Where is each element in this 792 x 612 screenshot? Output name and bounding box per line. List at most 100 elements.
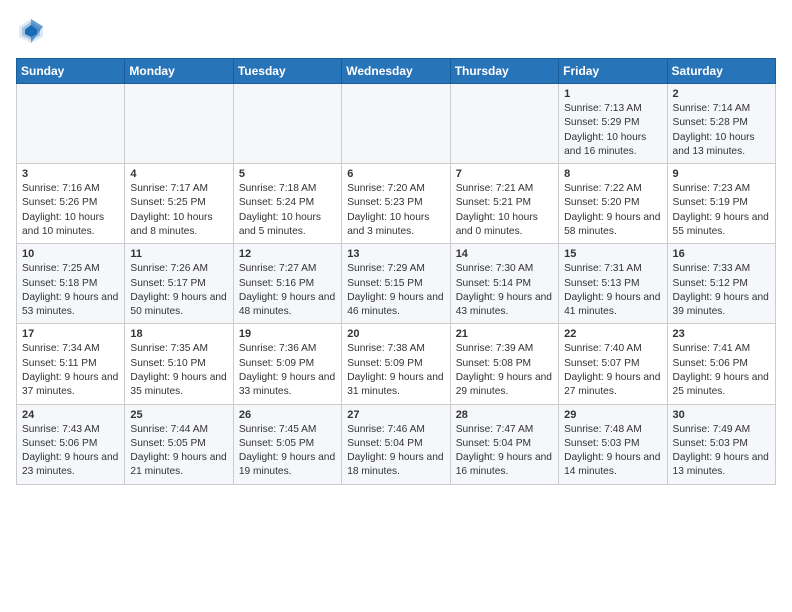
day-cell: 24 Sunrise: 7:43 AMSunset: 5:06 PMDayligh… bbox=[17, 404, 125, 484]
day-info: Sunrise: 7:35 AMSunset: 5:10 PMDaylight:… bbox=[130, 342, 227, 399]
weekday-header-thursday: Thursday bbox=[450, 59, 558, 84]
day-number: 17 bbox=[22, 328, 119, 340]
day-cell: 8 Sunrise: 7:22 AMSunset: 5:20 PMDaylight… bbox=[559, 164, 667, 244]
day-number: 26 bbox=[239, 409, 336, 421]
week-row-0: 1 Sunrise: 7:13 AMSunset: 5:29 PMDaylight… bbox=[17, 84, 776, 164]
day-number: 24 bbox=[22, 409, 119, 421]
day-cell: 17 Sunrise: 7:34 AMSunset: 5:11 PMDayligh… bbox=[17, 324, 125, 404]
day-info: Sunrise: 7:43 AMSunset: 5:06 PMDaylight:… bbox=[22, 423, 119, 480]
day-cell: 30 Sunrise: 7:49 AMSunset: 5:03 PMDayligh… bbox=[667, 404, 775, 484]
day-cell: 10 Sunrise: 7:25 AMSunset: 5:18 PMDayligh… bbox=[17, 244, 125, 324]
day-number: 21 bbox=[456, 328, 553, 340]
day-number: 27 bbox=[347, 409, 444, 421]
day-cell: 4Sunrise: 7:17 AMSunset: 5:25 PMDaylight… bbox=[125, 164, 233, 244]
day-number: 4 bbox=[130, 168, 227, 180]
day-info: Sunrise: 7:49 AMSunset: 5:03 PMDaylight:… bbox=[673, 423, 770, 480]
week-row-1: 3 Sunrise: 7:16 AMSunset: 5:26 PMDaylight… bbox=[17, 164, 776, 244]
day-number: 12 bbox=[239, 248, 336, 260]
calendar-header: SundayMondayTuesdayWednesdayThursdayFrid… bbox=[17, 59, 776, 84]
day-cell: 13 Sunrise: 7:29 AMSunset: 5:15 PMDayligh… bbox=[342, 244, 450, 324]
day-info: Sunrise: 7:38 AMSunset: 5:09 PMDaylight:… bbox=[347, 342, 444, 399]
day-info: Sunrise: 7:13 AMSunset: 5:29 PMDaylight:… bbox=[564, 102, 661, 159]
day-cell: 21 Sunrise: 7:39 AMSunset: 5:08 PMDayligh… bbox=[450, 324, 558, 404]
day-cell: 1 Sunrise: 7:13 AMSunset: 5:29 PMDaylight… bbox=[559, 84, 667, 164]
day-info: Sunrise: 7:18 AMSunset: 5:24 PMDaylight:… bbox=[239, 182, 336, 239]
weekday-header-sunday: Sunday bbox=[17, 59, 125, 84]
day-cell: 3 Sunrise: 7:16 AMSunset: 5:26 PMDaylight… bbox=[17, 164, 125, 244]
page: SundayMondayTuesdayWednesdayThursdayFrid… bbox=[0, 0, 792, 501]
day-cell bbox=[233, 84, 341, 164]
day-number: 25 bbox=[130, 409, 227, 421]
day-info: Sunrise: 7:40 AMSunset: 5:07 PMDaylight:… bbox=[564, 342, 661, 399]
weekday-header-friday: Friday bbox=[559, 59, 667, 84]
day-info: Sunrise: 7:20 AMSunset: 5:23 PMDaylight:… bbox=[347, 182, 444, 239]
day-info: Sunrise: 7:22 AMSunset: 5:20 PMDaylight:… bbox=[564, 182, 661, 239]
weekday-row: SundayMondayTuesdayWednesdayThursdayFrid… bbox=[17, 59, 776, 84]
day-number: 14 bbox=[456, 248, 553, 260]
day-cell: 5 Sunrise: 7:18 AMSunset: 5:24 PMDaylight… bbox=[233, 164, 341, 244]
day-info: Sunrise: 7:47 AMSunset: 5:04 PMDaylight:… bbox=[456, 423, 553, 480]
day-number: 10 bbox=[22, 248, 119, 260]
day-info: Sunrise: 7:48 AMSunset: 5:03 PMDaylight:… bbox=[564, 423, 661, 480]
weekday-header-monday: Monday bbox=[125, 59, 233, 84]
day-number: 11 bbox=[130, 248, 227, 260]
day-info: Sunrise: 7:14 AMSunset: 5:28 PMDaylight:… bbox=[673, 102, 770, 159]
week-row-4: 24 Sunrise: 7:43 AMSunset: 5:06 PMDayligh… bbox=[17, 404, 776, 484]
weekday-header-wednesday: Wednesday bbox=[342, 59, 450, 84]
day-number: 29 bbox=[564, 409, 661, 421]
calendar-table: SundayMondayTuesdayWednesdayThursdayFrid… bbox=[16, 58, 776, 485]
day-cell: 18 Sunrise: 7:35 AMSunset: 5:10 PMDayligh… bbox=[125, 324, 233, 404]
day-cell: 23Sunrise: 7:41 AMSunset: 5:06 PMDayligh… bbox=[667, 324, 775, 404]
day-cell: 19 Sunrise: 7:36 AMSunset: 5:09 PMDayligh… bbox=[233, 324, 341, 404]
day-cell bbox=[342, 84, 450, 164]
weekday-header-saturday: Saturday bbox=[667, 59, 775, 84]
day-info: Sunrise: 7:30 AMSunset: 5:14 PMDaylight:… bbox=[456, 262, 553, 319]
day-number: 13 bbox=[347, 248, 444, 260]
day-cell: 2Sunrise: 7:14 AMSunset: 5:28 PMDaylight… bbox=[667, 84, 775, 164]
week-row-3: 17 Sunrise: 7:34 AMSunset: 5:11 PMDayligh… bbox=[17, 324, 776, 404]
day-number: 1 bbox=[564, 88, 661, 100]
day-cell: 22Sunrise: 7:40 AMSunset: 5:07 PMDayligh… bbox=[559, 324, 667, 404]
day-info: Sunrise: 7:25 AMSunset: 5:18 PMDaylight:… bbox=[22, 262, 119, 319]
day-number: 19 bbox=[239, 328, 336, 340]
day-number: 9 bbox=[673, 168, 770, 180]
day-info: Sunrise: 7:29 AMSunset: 5:15 PMDaylight:… bbox=[347, 262, 444, 319]
day-number: 6 bbox=[347, 168, 444, 180]
day-cell: 14 Sunrise: 7:30 AMSunset: 5:14 PMDayligh… bbox=[450, 244, 558, 324]
day-cell: 15Sunrise: 7:31 AMSunset: 5:13 PMDayligh… bbox=[559, 244, 667, 324]
day-cell: 12 Sunrise: 7:27 AMSunset: 5:16 PMDayligh… bbox=[233, 244, 341, 324]
day-info: Sunrise: 7:33 AMSunset: 5:12 PMDaylight:… bbox=[673, 262, 770, 319]
day-info: Sunrise: 7:26 AMSunset: 5:17 PMDaylight:… bbox=[130, 262, 227, 319]
week-row-2: 10 Sunrise: 7:25 AMSunset: 5:18 PMDayligh… bbox=[17, 244, 776, 324]
day-info: Sunrise: 7:36 AMSunset: 5:09 PMDaylight:… bbox=[239, 342, 336, 399]
day-info: Sunrise: 7:39 AMSunset: 5:08 PMDaylight:… bbox=[456, 342, 553, 399]
day-info: Sunrise: 7:23 AMSunset: 5:19 PMDaylight:… bbox=[673, 182, 770, 239]
day-cell: 29 Sunrise: 7:48 AMSunset: 5:03 PMDayligh… bbox=[559, 404, 667, 484]
day-cell bbox=[17, 84, 125, 164]
day-number: 5 bbox=[239, 168, 336, 180]
day-cell: 20 Sunrise: 7:38 AMSunset: 5:09 PMDayligh… bbox=[342, 324, 450, 404]
day-number: 18 bbox=[130, 328, 227, 340]
weekday-header-tuesday: Tuesday bbox=[233, 59, 341, 84]
day-cell: 25 Sunrise: 7:44 AMSunset: 5:05 PMDayligh… bbox=[125, 404, 233, 484]
day-cell: 16Sunrise: 7:33 AMSunset: 5:12 PMDayligh… bbox=[667, 244, 775, 324]
day-cell: 6 Sunrise: 7:20 AMSunset: 5:23 PMDaylight… bbox=[342, 164, 450, 244]
day-cell: 27 Sunrise: 7:46 AMSunset: 5:04 PMDayligh… bbox=[342, 404, 450, 484]
day-cell bbox=[450, 84, 558, 164]
day-info: Sunrise: 7:16 AMSunset: 5:26 PMDaylight:… bbox=[22, 182, 119, 239]
day-info: Sunrise: 7:46 AMSunset: 5:04 PMDaylight:… bbox=[347, 423, 444, 480]
day-cell: 9 Sunrise: 7:23 AMSunset: 5:19 PMDaylight… bbox=[667, 164, 775, 244]
day-info: Sunrise: 7:27 AMSunset: 5:16 PMDaylight:… bbox=[239, 262, 336, 319]
day-info: Sunrise: 7:44 AMSunset: 5:05 PMDaylight:… bbox=[130, 423, 227, 480]
logo bbox=[16, 16, 50, 46]
day-number: 8 bbox=[564, 168, 661, 180]
header bbox=[16, 16, 776, 46]
day-number: 30 bbox=[673, 409, 770, 421]
day-info: Sunrise: 7:31 AMSunset: 5:13 PMDaylight:… bbox=[564, 262, 661, 319]
day-cell: 11 Sunrise: 7:26 AMSunset: 5:17 PMDayligh… bbox=[125, 244, 233, 324]
calendar-body: 1 Sunrise: 7:13 AMSunset: 5:29 PMDaylight… bbox=[17, 84, 776, 485]
day-cell: 7Sunrise: 7:21 AMSunset: 5:21 PMDaylight… bbox=[450, 164, 558, 244]
day-number: 20 bbox=[347, 328, 444, 340]
day-number: 3 bbox=[22, 168, 119, 180]
day-info: Sunrise: 7:34 AMSunset: 5:11 PMDaylight:… bbox=[22, 342, 119, 399]
